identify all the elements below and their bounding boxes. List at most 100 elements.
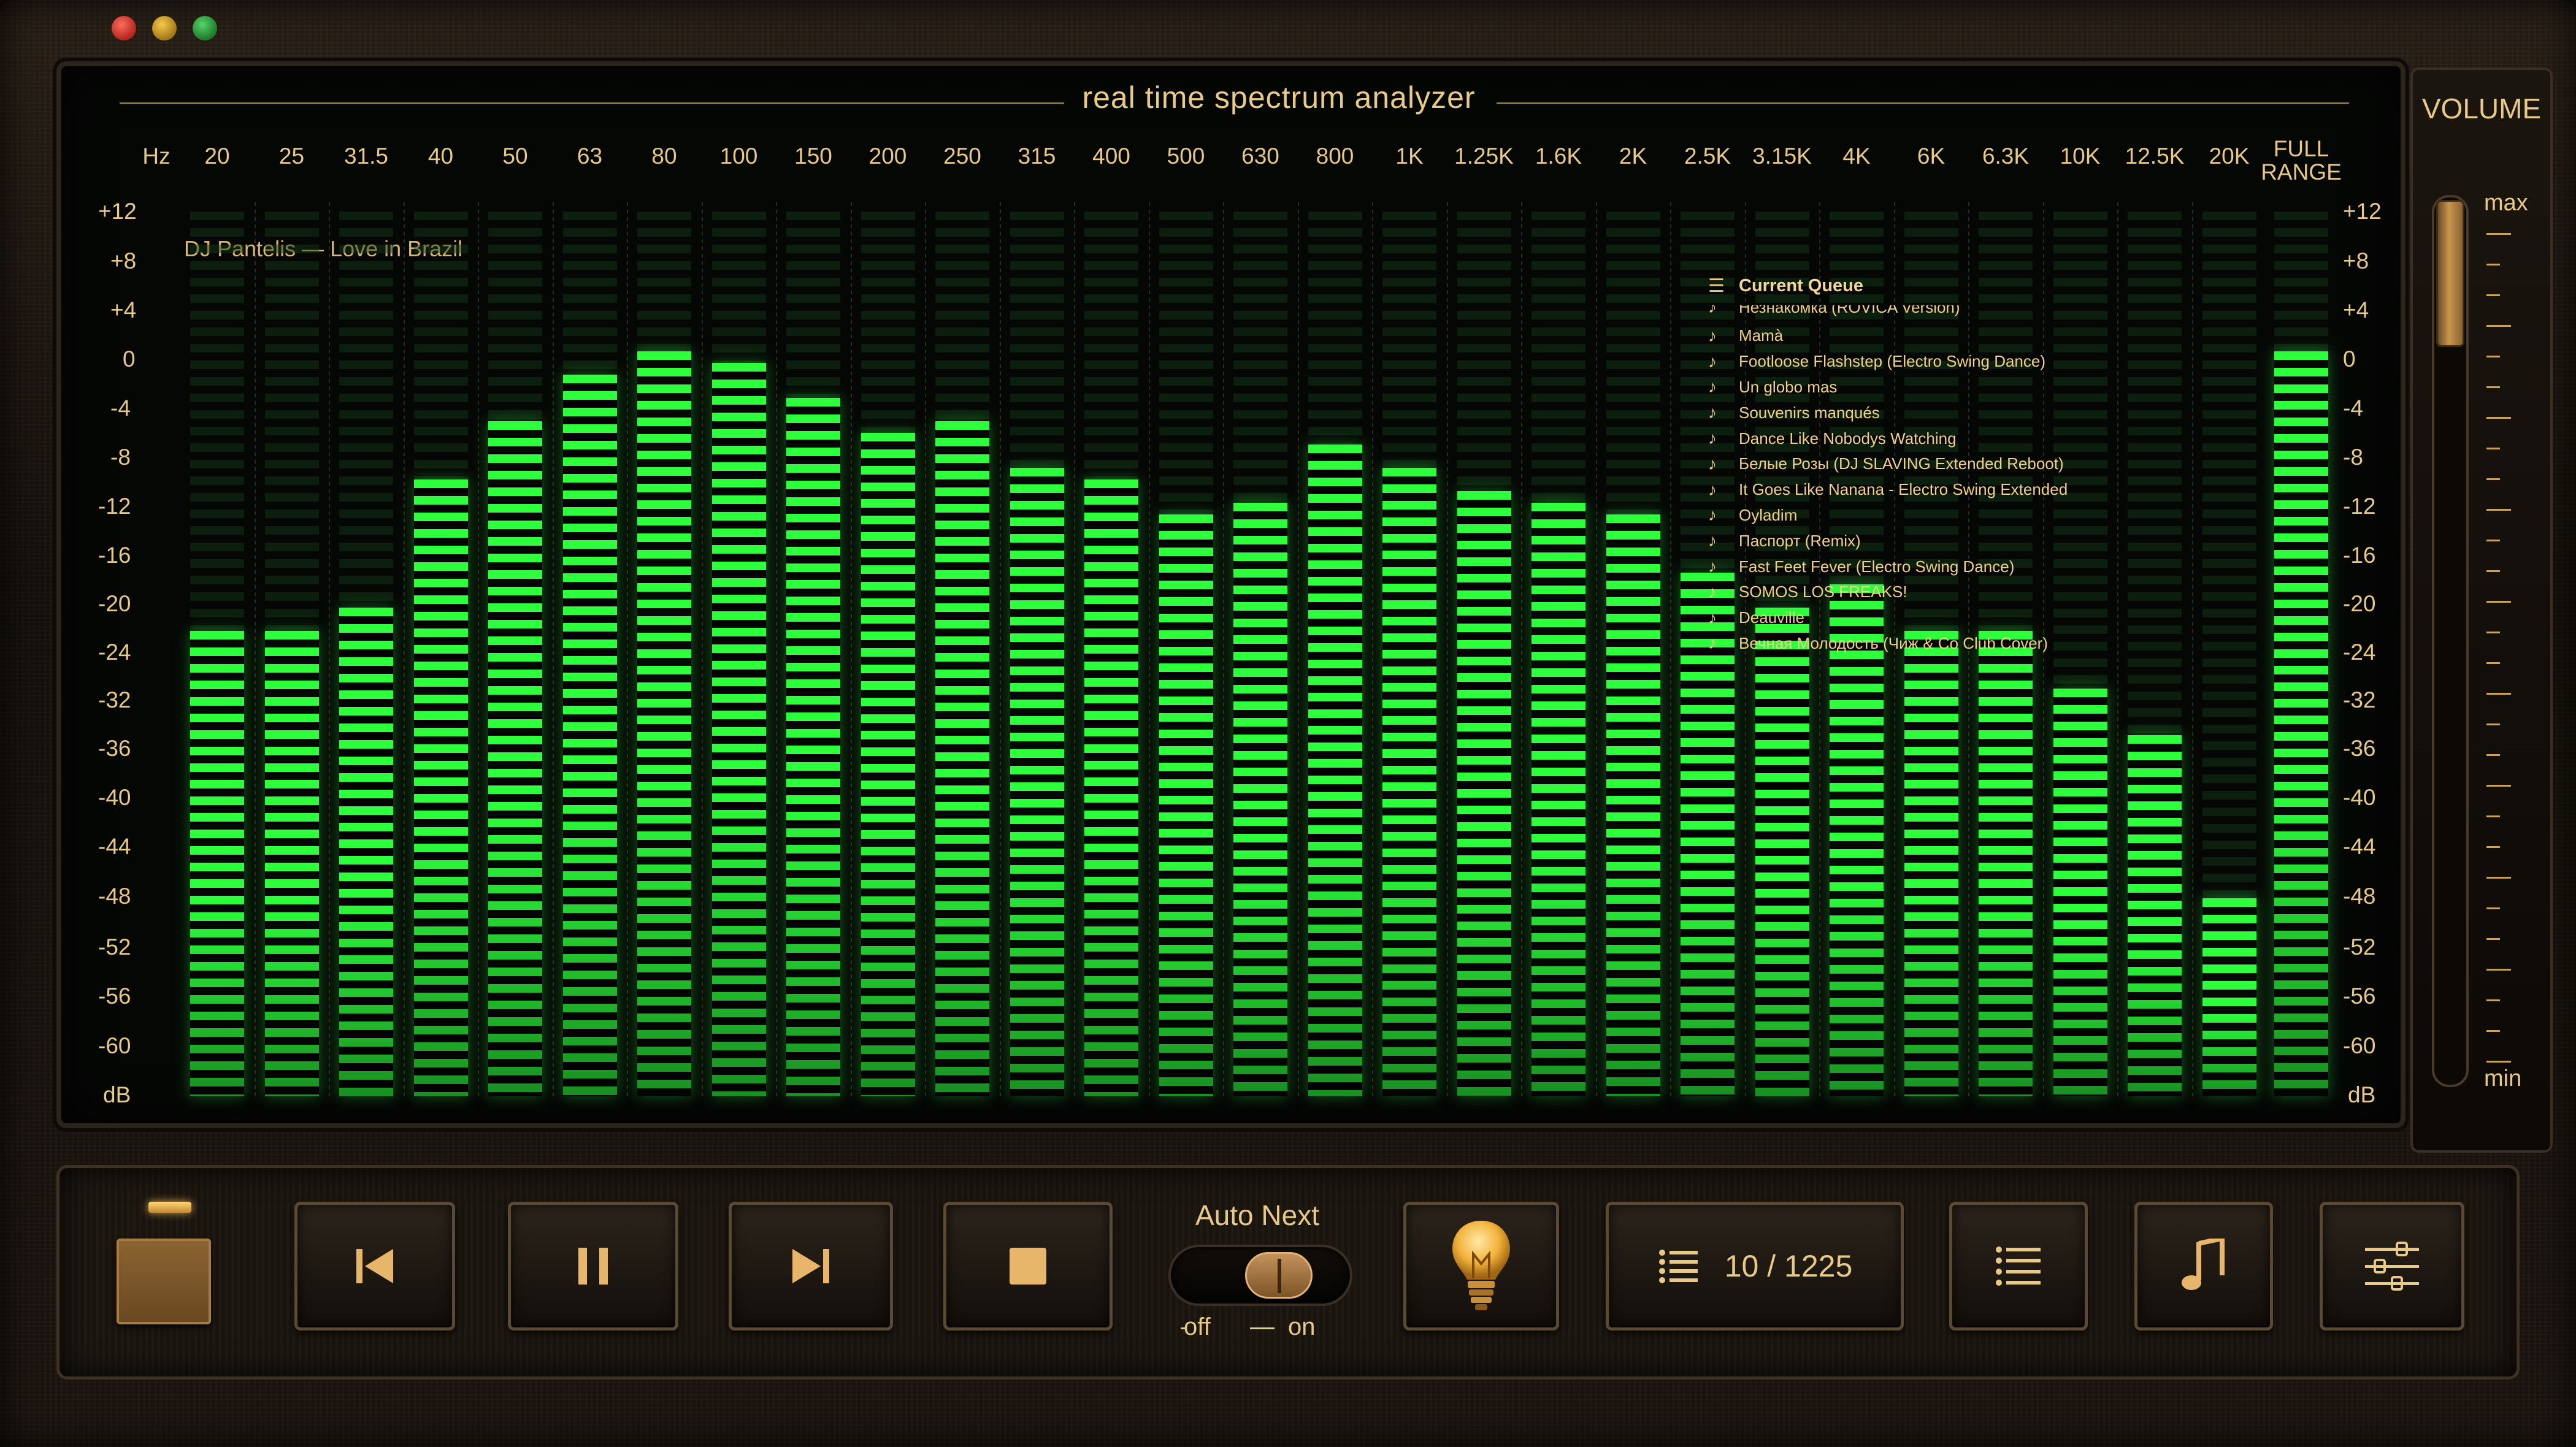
minimize-window-button[interactable] (152, 16, 177, 40)
queue-item[interactable]: ♪ Un globo mas (1708, 377, 1837, 397)
volume-tick (2486, 1030, 2500, 1032)
next-track-button[interactable] (729, 1202, 893, 1331)
db-tick-label-left: -16 (98, 543, 131, 568)
volume-tick (2486, 907, 2500, 909)
auto-next-label: Auto Next (1195, 1199, 1319, 1231)
band-separator (1074, 202, 1076, 1098)
band-separator (925, 202, 927, 1098)
zoom-window-button[interactable] (193, 16, 217, 40)
band-separator (478, 202, 480, 1098)
full-range-level-bar (2274, 351, 2328, 1097)
frequency-label: 1.25K (1454, 143, 1514, 169)
auto-next-toggle-knob[interactable] (1245, 1252, 1313, 1299)
band-separator (2191, 202, 2193, 1098)
queue-item[interactable]: ♪ Fast Feet Fever (Electro Swing Dance) (1708, 557, 2014, 576)
music-library-button[interactable] (2134, 1202, 2273, 1331)
queue-item[interactable]: ♪ Deauville (1708, 608, 1804, 628)
queue-item[interactable]: ♪ Souvenirs manqués (1708, 403, 1880, 422)
pause-button[interactable] (508, 1202, 678, 1331)
volume-tick (2486, 815, 2500, 817)
volume-min-label: min (2484, 1066, 2522, 1091)
queue-item[interactable]: ♪ SOMOS LOS FREAKS! (1708, 582, 1907, 602)
queue-item-title: It Goes Like Nanana - Electro Swing Exte… (1739, 480, 2068, 499)
skip-back-icon (356, 1249, 393, 1283)
queue-item[interactable]: ♪ Вечная Молодость (Чиж & Co Club Cover) (1708, 633, 2048, 653)
close-window-button[interactable] (112, 16, 136, 40)
db-tick-label-right: -32 (2343, 687, 2376, 712)
power-button[interactable] (117, 1239, 211, 1324)
band-separator (1372, 202, 1374, 1098)
frequency-label: 250 (943, 143, 981, 169)
db-tick-label-right: -8 (2343, 445, 2363, 470)
band-separator (254, 202, 256, 1098)
queue-item-title: Deauville (1739, 608, 1804, 627)
db-tick-label-left: -4 (110, 395, 131, 421)
frequency-label: 31.5 (343, 143, 389, 169)
previous-track-button[interactable] (294, 1202, 455, 1331)
frequency-label: 25 (278, 143, 305, 169)
band-level-bar (711, 362, 766, 1097)
lamp-button[interactable] (1403, 1202, 1559, 1331)
band-separator (850, 202, 852, 1098)
volume-tick (2486, 969, 2511, 971)
queue-item-title: Белые Розы (DJ SLAVING Extended Reboot) (1739, 454, 2064, 473)
db-tick-label-right: +4 (2343, 297, 2369, 323)
queue-header: ☰ Current Queue (1708, 276, 1863, 296)
db-tick-label-left: -12 (98, 494, 131, 519)
volume-tick (2486, 417, 2511, 419)
queue-item[interactable]: ♪ Паспорт (Remix) (1708, 531, 1861, 551)
band-level-bar (1233, 502, 1287, 1097)
band-level-bar (1159, 514, 1213, 1097)
volume-tick (2486, 570, 2500, 572)
stop-button[interactable] (943, 1202, 1113, 1331)
db-tick-label-left: -56 (98, 983, 131, 1009)
band-level-bar (190, 630, 244, 1097)
volume-slider-knob[interactable] (2436, 200, 2464, 347)
full-range-label: RANGE (2261, 159, 2342, 185)
band-level-bar (2128, 735, 2182, 1096)
volume-tick (2486, 662, 2500, 664)
db-tick-label-right: -40 (2343, 785, 2376, 810)
db-tick-label-left: -8 (110, 445, 131, 470)
band-level-bar (488, 421, 542, 1097)
db-tick-label-left: +4 (110, 297, 137, 323)
db-tick-label-right: +8 (2343, 248, 2369, 273)
band-separator (701, 202, 703, 1098)
db-tick-label-right: -36 (2343, 736, 2376, 761)
music-note-icon: ♪ (1708, 582, 1717, 601)
db-tick-label-left: +12 (98, 199, 137, 224)
volume-tick (2486, 264, 2500, 265)
volume-tick (2486, 693, 2511, 695)
queue-item[interactable]: ♪ Белые Розы (DJ SLAVING Extended Reboot) (1708, 454, 2064, 474)
frequency-label: 630 (1241, 143, 1279, 169)
music-note-icon: ♪ (1708, 326, 1717, 345)
db-tick-label-left: -48 (98, 884, 131, 909)
frequency-label: 50 (502, 143, 528, 169)
music-note-icon: ♪ (1708, 479, 1717, 499)
frequency-label: 2K (1619, 143, 1647, 169)
playlist-button[interactable] (1949, 1202, 2088, 1331)
frequency-label: 1.6K (1535, 143, 1582, 169)
band-level-bar (2053, 689, 2107, 1096)
band-separator (1446, 202, 1448, 1098)
band-level-bar (1979, 630, 2033, 1097)
volume-tick (2486, 632, 2500, 633)
skip-forward-icon (792, 1249, 829, 1283)
band-level-bar (1606, 514, 1660, 1097)
queue-item[interactable]: ♪ Footloose Flashstep (Electro Swing Danc… (1708, 352, 2045, 372)
band-separator (1223, 202, 1225, 1098)
frequency-label: 100 (719, 143, 758, 169)
queue-item[interactable]: ♪ Oyladim (1708, 505, 1797, 525)
queue-item[interactable]: ♪ It Goes Like Nanana - Electro Swing Ext… (1708, 480, 2068, 500)
equalizer-settings-button[interactable] (2320, 1202, 2464, 1331)
music-note-icon: ♪ (1708, 608, 1717, 627)
playlist-counter-button[interactable]: 10 / 1225 (1606, 1202, 1904, 1331)
frequency-label: 800 (1316, 143, 1354, 169)
switch-on-label: on (1288, 1313, 1316, 1340)
db-tick-label-right: -24 (2343, 640, 2376, 665)
volume-title: VOLUME (2421, 93, 2542, 124)
queue-item[interactable]: ♪ Mamà (1708, 326, 1783, 346)
volume-tick (2486, 846, 2500, 848)
frequency-label: 3.15K (1752, 143, 1812, 169)
queue-item[interactable]: ♪ Dance Like Nobodys Watching (1708, 429, 1957, 448)
